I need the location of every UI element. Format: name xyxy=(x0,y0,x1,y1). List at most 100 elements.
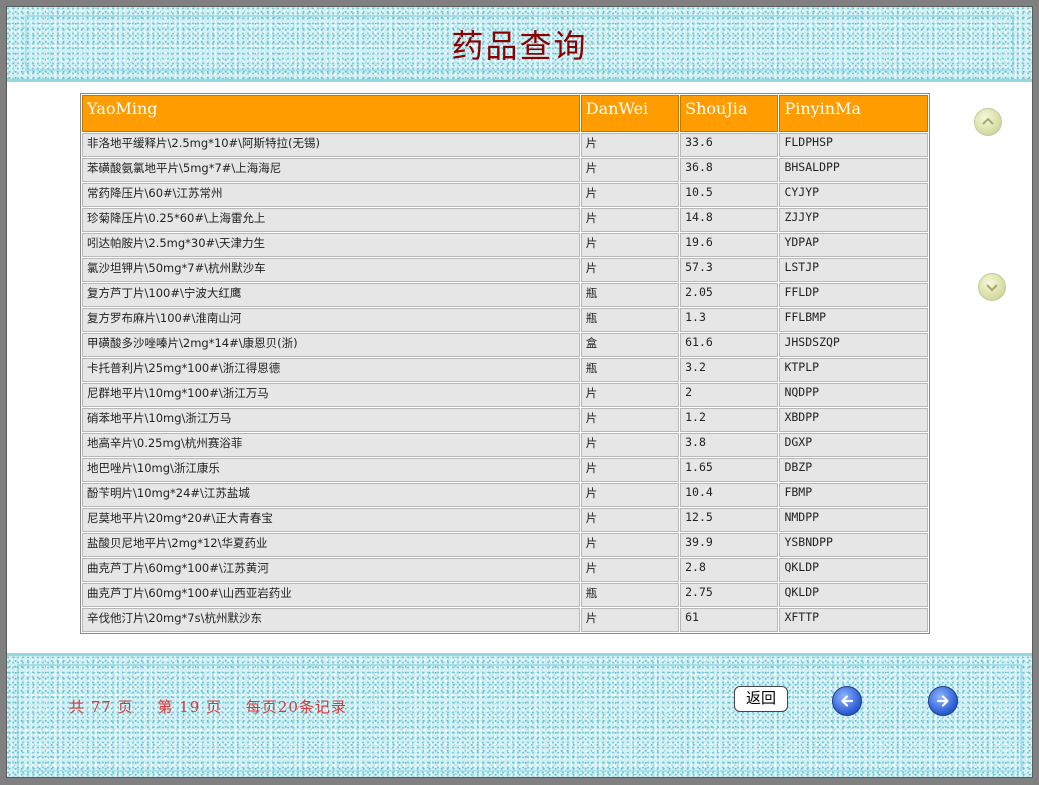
next-page-button[interactable] xyxy=(928,686,958,716)
per-page-text: 每页20条记录 xyxy=(245,698,347,716)
table-row[interactable]: 地巴唑片\10mg\浙江康乐片 1.65 DBZP xyxy=(82,458,928,482)
prev-page-button[interactable] xyxy=(832,686,862,716)
cell-shoujia: 12.5 xyxy=(680,508,779,532)
table-row[interactable]: 盐酸贝尼地平片\2mg*12\华夏药业片 39.9 YSBNDPP xyxy=(82,533,928,557)
table-body: 非洛地平缓释片\2.5mg*10#\阿斯特拉(无锡) 片 33.6 FLDPHSP 苯磺… xyxy=(82,133,928,632)
cell-pinyinma: QKLDP xyxy=(779,558,928,582)
table-row[interactable]: 苯磺酸氨氯地平片\5mg*7#\上海海尼片 36.8 BHSALDPP xyxy=(82,158,928,182)
table-row[interactable]: 甲磺酸多沙唑嗪片\2mg*14#\康恩贝(浙) 盒 61.6 JHSDSZQP xyxy=(82,333,928,357)
cell-pinyinma: NQDPP xyxy=(779,383,928,407)
cell-shoujia: 1.2 xyxy=(680,408,779,432)
cell-pinyinma: YDPAP xyxy=(779,233,928,257)
scroll-down-button[interactable] xyxy=(978,273,1006,301)
chevron-down-icon xyxy=(986,284,998,292)
cell-yaoming: 酚苄明片\10mg*24#\江苏盐城 xyxy=(82,483,580,507)
cell-pinyinma: KTPLP xyxy=(779,358,928,382)
cell-pinyinma: QKLDP xyxy=(779,583,928,607)
table-row[interactable]: 吲达帕胺片\2.5mg*30#\天津力生片 19.6 YDPAP xyxy=(82,233,928,257)
table-row[interactable]: 常药降压片\60#\江苏常州片 10.5 CYJYP xyxy=(82,183,928,207)
cell-danwei: 片 xyxy=(580,533,680,557)
table-row[interactable]: 硝苯地平片\10mg\浙江万马片 1.2 XBDPP xyxy=(82,408,928,432)
cell-danwei: 片 xyxy=(580,483,680,507)
cell-yaoming: 盐酸贝尼地平片\2mg*12\华夏药业 xyxy=(82,533,580,557)
cell-pinyinma: FBMP xyxy=(779,483,928,507)
cell-shoujia: 19.6 xyxy=(680,233,779,257)
chevron-up-icon xyxy=(982,117,994,125)
cell-yaoming: 尼莫地平片\20mg*20#\正大青春宝 xyxy=(82,508,580,532)
cell-shoujia: 61 xyxy=(680,608,779,632)
cell-shoujia: 10.4 xyxy=(680,483,779,507)
cell-danwei: 片 xyxy=(580,508,680,532)
cell-pinyinma: XFTTP xyxy=(779,608,928,632)
cell-danwei: 片 xyxy=(580,208,680,232)
back-button[interactable]: 返回 xyxy=(734,686,788,712)
cell-shoujia: 2.8 xyxy=(680,558,779,582)
cell-shoujia: 39.9 xyxy=(680,533,779,557)
cell-danwei: 片 xyxy=(580,258,680,282)
current-page-text: 第 19 页 xyxy=(157,698,223,716)
app-window: 药品查询 YaoMing DanWei ShouJia PinyinMa 非洛地… xyxy=(6,6,1033,778)
cell-yaoming: 苯磺酸氨氯地平片\5mg*7#\上海海尼 xyxy=(82,158,580,182)
cell-pinyinma: NMDPP xyxy=(779,508,928,532)
cell-pinyinma: ZJJYP xyxy=(779,208,928,232)
column-header-pinyinma[interactable]: PinyinMa xyxy=(779,95,928,132)
cell-shoujia: 3.8 xyxy=(680,433,779,457)
cell-danwei: 瓶 xyxy=(580,583,680,607)
column-header-yaoming[interactable]: YaoMing xyxy=(82,95,580,132)
table-row[interactable]: 尼群地平片\10mg*100#\浙江万马片 2 NQDPP xyxy=(82,383,928,407)
cell-shoujia: 2.75 xyxy=(680,583,779,607)
cell-yaoming: 非洛地平缓释片\2.5mg*10#\阿斯特拉(无锡) xyxy=(82,133,580,157)
cell-shoujia: 36.8 xyxy=(680,158,779,182)
cell-danwei: 片 xyxy=(580,458,680,482)
table-row[interactable]: 曲克芦丁片\60mg*100#\山西亚岩药业瓶 2.75 QKLDP xyxy=(82,583,928,607)
cell-shoujia: 61.6 xyxy=(680,333,779,357)
table-row[interactable]: 辛伐他汀片\20mg*7s\杭州默沙东片 61 XFTTP xyxy=(82,608,928,632)
footer-banner: 共 77 页 第 19 页 每页20条记录 xyxy=(7,653,1032,777)
cell-shoujia: 33.6 xyxy=(680,133,779,157)
cell-shoujia: 14.8 xyxy=(680,208,779,232)
cell-yaoming: 卡托普利片\25mg*100#\浙江得恩德 xyxy=(82,358,580,382)
table-row[interactable]: 酚苄明片\10mg*24#\江苏盐城片 10.4 FBMP xyxy=(82,483,928,507)
cell-shoujia: 2 xyxy=(680,383,779,407)
cell-shoujia: 57.3 xyxy=(680,258,779,282)
column-header-shoujia[interactable]: ShouJia xyxy=(680,95,779,132)
table-row[interactable]: 复方芦丁片\100#\宁波大红鹰瓶 2.05 FFLDP xyxy=(82,283,928,307)
cell-pinyinma: DGXP xyxy=(779,433,928,457)
cell-danwei: 瓶 xyxy=(580,358,680,382)
cell-pinyinma: FFLBMP xyxy=(779,308,928,332)
cell-pinyinma: FLDPHSP xyxy=(779,133,928,157)
cell-shoujia: 2.05 xyxy=(680,283,779,307)
cell-danwei: 片 xyxy=(580,408,680,432)
cell-danwei: 片 xyxy=(580,133,680,157)
cell-danwei: 片 xyxy=(580,183,680,207)
table-row[interactable]: 卡托普利片\25mg*100#\浙江得恩德瓶 3.2 KTPLP xyxy=(82,358,928,382)
arrow-right-icon xyxy=(936,695,949,707)
cell-yaoming: 尼群地平片\10mg*100#\浙江万马 xyxy=(82,383,580,407)
cell-danwei: 片 xyxy=(580,433,680,457)
cell-yaoming: 复方罗布麻片\100#\淮南山河 xyxy=(82,308,580,332)
pager-info: 共 77 页 第 19 页 每页20条记录 xyxy=(69,696,365,717)
scroll-up-button[interactable] xyxy=(974,108,1002,136)
drug-table: YaoMing DanWei ShouJia PinyinMa 非洛地平缓释片\… xyxy=(81,94,929,633)
table-row[interactable]: 尼莫地平片\20mg*20#\正大青春宝片 12.5 NMDPP xyxy=(82,508,928,532)
cell-danwei: 片 xyxy=(580,233,680,257)
cell-yaoming: 氯沙坦钾片\50mg*7#\杭州默沙车 xyxy=(82,258,580,282)
cell-yaoming: 硝苯地平片\10mg\浙江万马 xyxy=(82,408,580,432)
table-row[interactable]: 地高辛片\0.25mg\杭州赛浴菲片 3.8 DGXP xyxy=(82,433,928,457)
cell-danwei: 盒 xyxy=(580,333,680,357)
table-row[interactable]: 非洛地平缓释片\2.5mg*10#\阿斯特拉(无锡) 片 33.6 FLDPHSP xyxy=(82,133,928,157)
table-row[interactable]: 曲克芦丁片\60mg*100#\江苏黄河片 2.8 QKLDP xyxy=(82,558,928,582)
cell-yaoming: 辛伐他汀片\20mg*7s\杭州默沙东 xyxy=(82,608,580,632)
table-row[interactable]: 复方罗布麻片\100#\淮南山河瓶 1.3 FFLBMP xyxy=(82,308,928,332)
cell-danwei: 瓶 xyxy=(580,308,680,332)
cell-pinyinma: DBZP xyxy=(779,458,928,482)
table-row[interactable]: 珍菊降压片\0.25*60#\上海雷允上片 14.8 ZJJYP xyxy=(82,208,928,232)
table-row[interactable]: 氯沙坦钾片\50mg*7#\杭州默沙车片 57.3 LSTJP xyxy=(82,258,928,282)
cell-pinyinma: BHSALDPP xyxy=(779,158,928,182)
cell-pinyinma: FFLDP xyxy=(779,283,928,307)
column-header-danwei[interactable]: DanWei xyxy=(580,95,680,132)
drug-table-container: YaoMing DanWei ShouJia PinyinMa 非洛地平缓释片\… xyxy=(80,93,930,634)
header-banner: 药品查询 xyxy=(7,7,1032,82)
cell-pinyinma: XBDPP xyxy=(779,408,928,432)
cell-pinyinma: JHSDSZQP xyxy=(779,333,928,357)
